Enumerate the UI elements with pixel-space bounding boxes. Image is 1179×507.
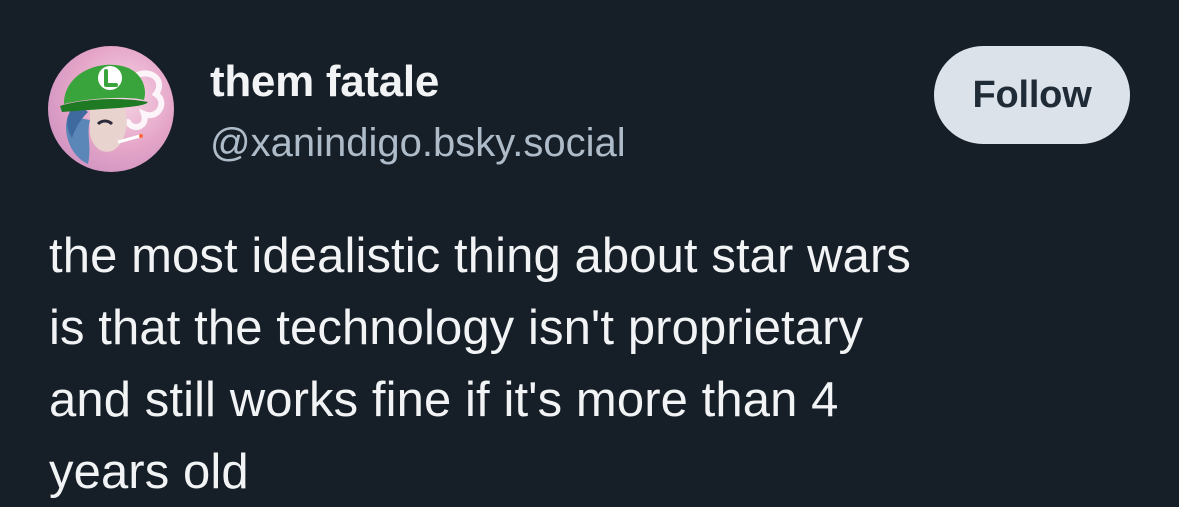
avatar-green-cap-L-icon bbox=[48, 46, 174, 172]
post-text-line: and still works fine if it's more than 4 bbox=[49, 373, 839, 427]
post-text-line: is that the technology isn't proprietary bbox=[49, 301, 864, 355]
author-handle[interactable]: @xanindigo.bsky.social bbox=[210, 118, 626, 168]
post-text: the most idealistic thing about star war… bbox=[49, 220, 1159, 507]
follow-button[interactable]: Follow bbox=[934, 46, 1130, 144]
post-text-line: the most idealistic thing about star war… bbox=[49, 229, 912, 283]
post-text-line: years old bbox=[49, 445, 249, 499]
avatar[interactable] bbox=[48, 46, 174, 172]
author-display-name[interactable]: them fatale bbox=[210, 56, 439, 108]
post-card: them fatale @xanindigo.bsky.social Follo… bbox=[0, 0, 1179, 507]
